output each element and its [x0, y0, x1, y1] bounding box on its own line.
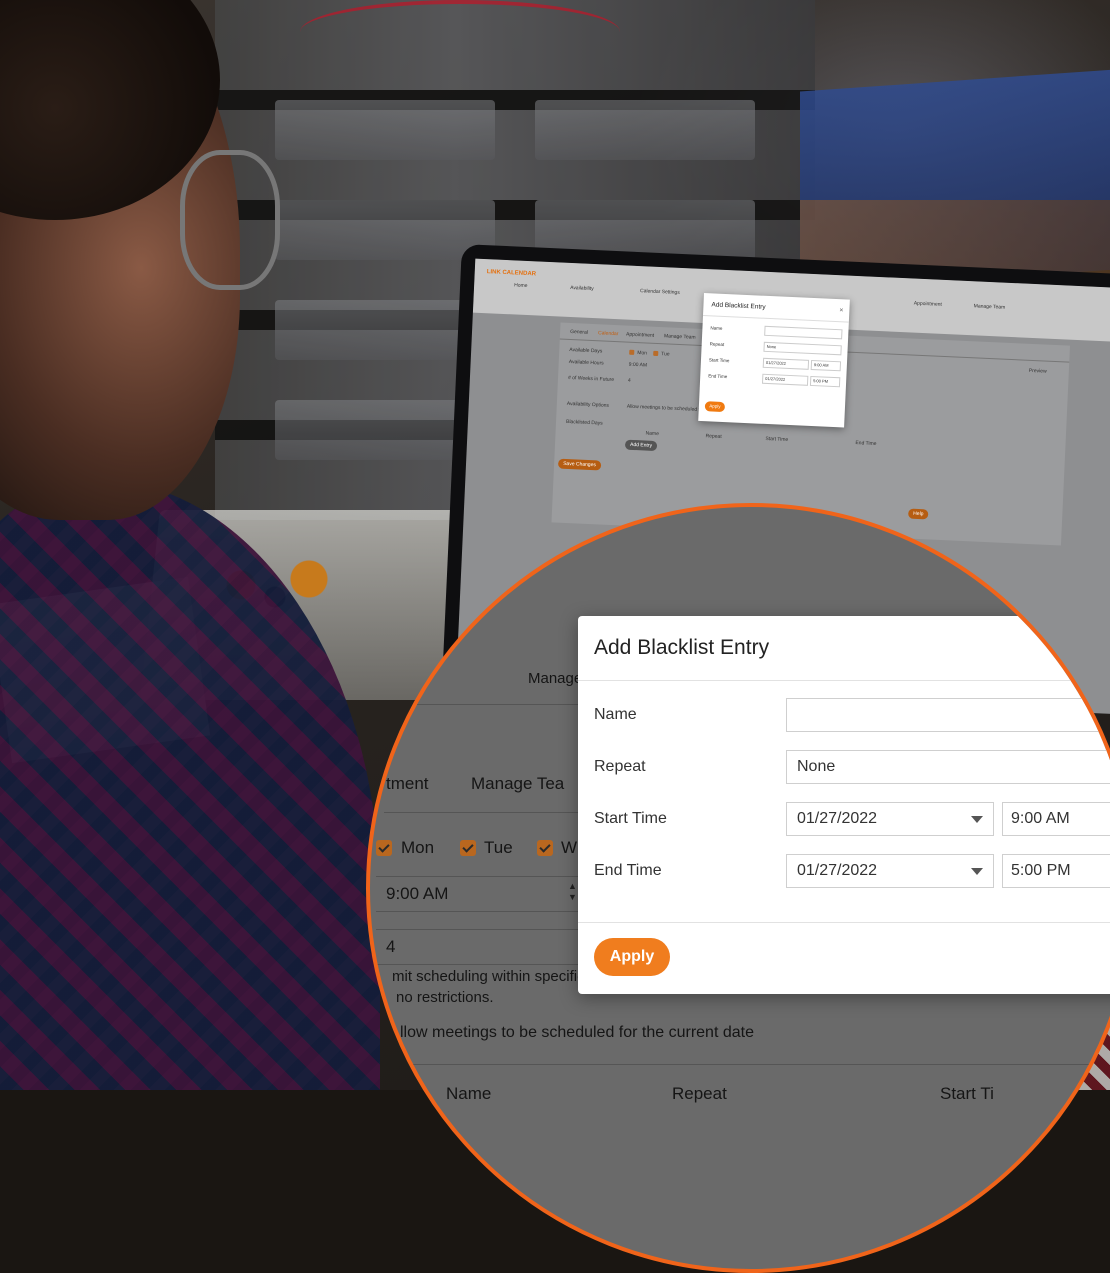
col-name: Name	[645, 430, 660, 438]
zoom-manage-text: Manage	[528, 670, 583, 687]
divider	[384, 704, 584, 705]
app-brand: LINK CALENDAR	[486, 269, 537, 278]
nav-availability[interactable]: Availability	[570, 285, 594, 292]
tab-general[interactable]: General	[570, 329, 588, 336]
divider	[384, 812, 584, 813]
repeat-select[interactable]: None	[786, 750, 1110, 784]
checkbox-tue[interactable]	[653, 350, 659, 357]
zoom-day-wed: W	[561, 838, 578, 857]
zoom-note-line2: no restrictions.	[396, 989, 494, 1006]
tab-manage-team[interactable]: Manage Team	[664, 333, 696, 340]
chevron-down-icon[interactable]	[971, 816, 983, 823]
hours-value[interactable]: 9:00 AM	[629, 362, 648, 369]
repeat-label: Repeat	[594, 758, 646, 775]
start-time-value: 9:00 AM	[1011, 810, 1070, 827]
day-mon: Mon	[637, 350, 648, 357]
name-label: Name	[594, 706, 637, 723]
mini-repeat-select[interactable]: None	[763, 341, 842, 356]
repeat-value: None	[797, 758, 836, 775]
start-date-value: 01/27/2022	[797, 810, 878, 827]
end-time-input[interactable]: 5:00 PM	[1002, 854, 1110, 888]
divider	[702, 315, 849, 323]
col-end: End Time	[855, 440, 877, 448]
rack-drawer	[535, 100, 755, 160]
blacklisted-days-label: Blacklisted Days	[565, 418, 603, 427]
mini-end-time[interactable]: 5:00 PM	[809, 375, 841, 388]
zoom-col-repeat: Repeat	[672, 1084, 727, 1103]
zoom-col-start: Start Ti	[940, 1084, 994, 1103]
zoom-hours-value: 9:00 AM	[386, 884, 449, 903]
weeks-value[interactable]: 4	[628, 378, 631, 384]
zoom-checkbox-tue[interactable]	[460, 840, 476, 856]
mini-apply-button[interactable]: Apply	[704, 401, 726, 413]
plaid-shirt	[0, 480, 380, 1090]
zoom-day-tue: Tue	[484, 838, 513, 857]
col-repeat: Repeat	[705, 433, 722, 440]
nav-home[interactable]: Home	[514, 282, 528, 289]
nav-appointment[interactable]: Appointment	[914, 301, 942, 308]
zoom-checkbox-wed[interactable]	[537, 840, 553, 856]
person	[0, 0, 380, 1090]
preview-label: Preview	[1028, 367, 1047, 375]
divider	[578, 922, 1110, 923]
end-time-value: 5:00 PM	[1011, 862, 1071, 879]
zoom-tab-manage-team[interactable]: Manage Tea	[471, 774, 564, 794]
weeks-label: # of Weeks in Future	[567, 374, 615, 384]
mini-end-label: End Time	[708, 373, 728, 380]
zoom-weeks-field[interactable]	[376, 929, 586, 965]
tab-calendar[interactable]: Calendar	[598, 330, 619, 337]
start-date-picker[interactable]: 01/27/2022	[786, 802, 994, 836]
tab-appointment[interactable]: Appointment	[626, 332, 654, 339]
blacklist-dialog: Add Blacklist Entry Name Repeat None Sta…	[578, 616, 1110, 994]
zoom-allow-current-date[interactable]: llow meetings to be scheduled for the cu…	[400, 1024, 754, 1042]
end-date-value: 01/27/2022	[797, 862, 878, 879]
mini-blacklist-dialog: Add Blacklist Entry × Name Repeat None S…	[698, 293, 850, 428]
start-time-input[interactable]: 9:00 AM	[1002, 802, 1110, 836]
col-start: Start Time	[765, 435, 789, 443]
spinner-down-icon[interactable]: ▼	[568, 893, 577, 902]
mini-end-date[interactable]: 01/27/2022	[761, 373, 809, 386]
mini-start-time[interactable]: 9:00 AM	[810, 359, 842, 372]
divider	[578, 680, 1110, 681]
zoom-magnifier: Manage tment Manage Tea Mon Tue W 9:00 A…	[366, 503, 1110, 1273]
zoom-day-mon: Mon	[401, 838, 435, 857]
day-tue: Tue	[661, 351, 670, 358]
mini-name-label: Name	[710, 325, 723, 331]
chevron-down-icon[interactable]	[971, 868, 983, 875]
available-hours-label: Available Hours	[568, 358, 604, 367]
zoom-checkbox-mon[interactable]	[376, 840, 392, 856]
zoom-weeks-value: 4	[386, 937, 396, 956]
nav-calendar-settings[interactable]: Calendar Settings	[640, 288, 680, 296]
dialog-title: Add Blacklist Entry	[594, 636, 770, 659]
spinner-up-icon[interactable]: ▲	[568, 882, 577, 891]
mini-start-label: Start Time	[708, 357, 730, 364]
end-date-picker[interactable]: 01/27/2022	[786, 854, 994, 888]
close-icon[interactable]: ×	[839, 307, 843, 314]
zoom-note-line1: mit scheduling within specifie	[392, 968, 586, 985]
mini-name-input[interactable]	[764, 325, 843, 340]
zoomed-app: Manage tment Manage Tea Mon Tue W 9:00 A…	[370, 507, 1110, 1103]
divider	[384, 1064, 1110, 1065]
availability-options-label: Availability Options	[566, 400, 610, 409]
start-time-label: Start Time	[594, 810, 667, 827]
apply-button[interactable]: Apply	[594, 938, 670, 976]
available-days-label: Available Days	[569, 346, 603, 355]
mini-dialog-title: Add Blacklist Entry	[711, 301, 766, 311]
checkbox-mon[interactable]	[629, 349, 635, 355]
add-entry-button[interactable]: Add Entry	[624, 439, 658, 452]
nav-manage-team[interactable]: Manage Team	[974, 303, 1006, 310]
name-input[interactable]	[786, 698, 1110, 732]
mini-start-date[interactable]: 01/27/2022	[762, 357, 810, 370]
save-changes-button[interactable]: Save Changes	[557, 458, 602, 471]
zoom-col-name: Name	[446, 1084, 492, 1103]
zoom-tab-appointment[interactable]: tment	[386, 774, 429, 794]
mini-repeat-label: Repeat	[709, 341, 725, 347]
glasses	[180, 150, 280, 290]
red-wires	[300, 0, 620, 64]
end-time-label: End Time	[594, 862, 662, 879]
